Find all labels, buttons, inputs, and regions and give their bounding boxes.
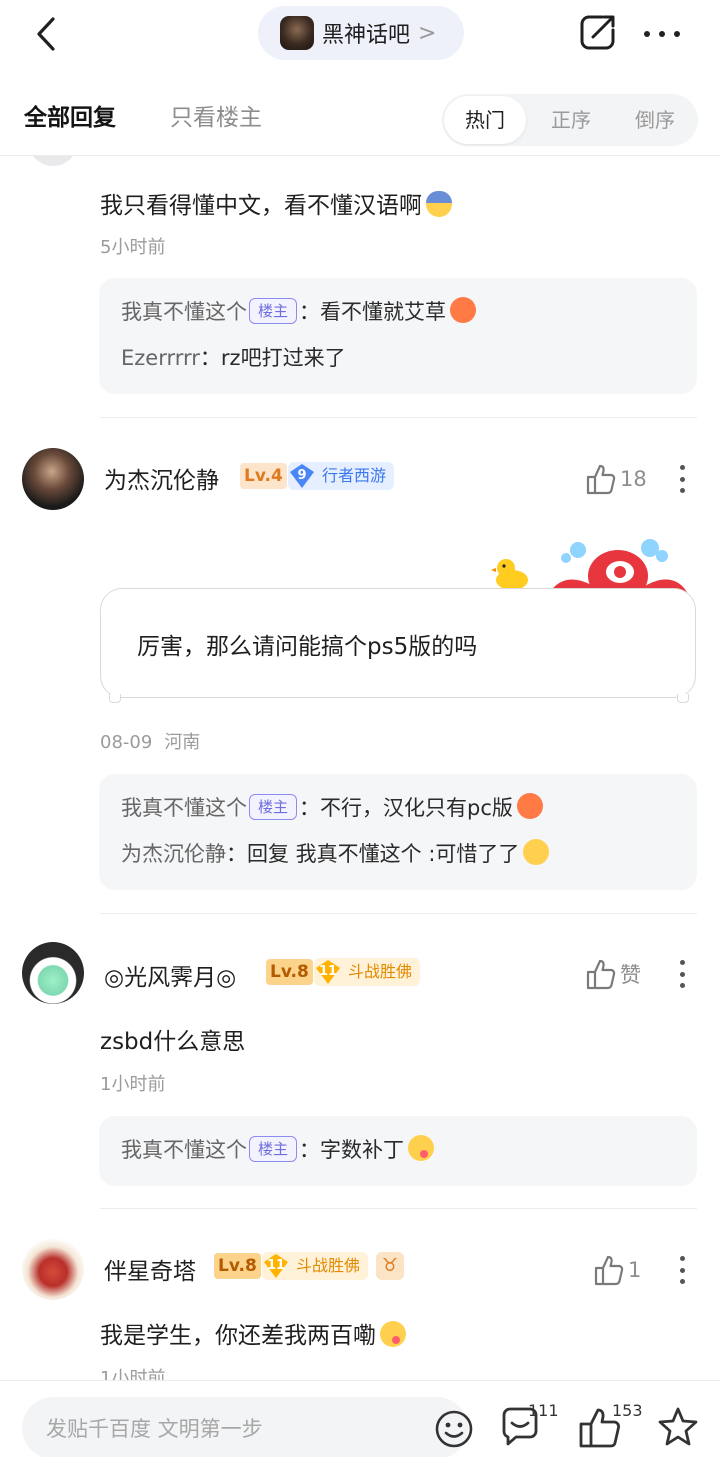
more-vertical-icon[interactable]	[672, 461, 692, 497]
sort-descending[interactable]: 倒序	[618, 94, 692, 146]
yum-emoji-icon	[380, 1321, 406, 1347]
forum-name: 黑神话吧	[322, 23, 411, 48]
username[interactable]: ◎光风霁月◎	[104, 958, 236, 992]
grin-emoji-icon	[523, 839, 550, 865]
comment-time: 1小时前	[100, 1368, 166, 1380]
sort-ascending[interactable]: 正序	[536, 94, 606, 146]
reply-placeholder: 发贴千百度 文明第一步	[46, 1417, 263, 1441]
sub-replies[interactable]: 我真不懂这个 楼主 ：看不懂就艾草 Ezerrrrr：rz吧打过来了	[99, 278, 697, 394]
divider	[100, 913, 697, 914]
more-vertical-icon[interactable]	[672, 1252, 692, 1288]
title-badge[interactable]: 9 行者西游	[288, 462, 395, 490]
back-icon[interactable]	[26, 12, 66, 56]
gem-icon: 11	[262, 1253, 290, 1279]
angry-emoji-icon	[516, 793, 543, 819]
comment-text: zsbd什么意思	[100, 1029, 246, 1055]
duck-sticker-icon	[491, 559, 528, 590]
filter-bar: 全部回复 只看楼主 热门 正序 倒序	[0, 72, 720, 156]
more-vertical-icon[interactable]	[672, 956, 692, 992]
forum-entry[interactable]: 黑神话吧 >	[258, 6, 464, 60]
level-badge: Lv.8	[214, 1253, 261, 1279]
comment-list: 我只看得懂中文，看不懂汉语啊 5小时前 我真不懂这个 楼主 ：看不懂就艾草 Ezer…	[0, 156, 720, 1380]
sub-replies[interactable]: 我真不懂这个 楼主 ：不行，汉化只有pc版 为杰沉伦静：回复 我真不懂这个 :可惜了…	[99, 774, 697, 890]
chevron-right-icon: >	[418, 20, 437, 46]
share-icon[interactable]	[578, 12, 618, 52]
like-button[interactable]: 1	[594, 1252, 641, 1288]
comment-count: 111	[528, 1401, 559, 1420]
more-icon[interactable]	[640, 14, 684, 54]
sub-reply[interactable]: Ezerrrrr：rz吧打过来了	[121, 342, 346, 372]
username[interactable]: 伴星奇塔	[104, 1252, 196, 1286]
smiley-icon[interactable]	[434, 1409, 474, 1449]
op-tag: 楼主	[249, 1136, 298, 1162]
yum-emoji-icon	[408, 1135, 435, 1161]
avatar[interactable]	[28, 156, 78, 166]
like-button[interactable]: 赞	[586, 956, 641, 992]
sub-reply[interactable]: 我真不懂这个 楼主 ：字数补丁	[121, 1134, 435, 1164]
comment-time: 5小时前	[100, 237, 166, 258]
thumb-up-icon	[586, 959, 616, 990]
gem-icon: 11	[314, 959, 342, 985]
angry-emoji-icon	[450, 297, 477, 323]
comment-text: 我是学生，你还差我两百嘞	[100, 1316, 406, 1350]
sub-replies[interactable]: 我真不懂这个 楼主 ：字数补丁	[99, 1116, 697, 1186]
tab-only-op[interactable]: 只看楼主	[170, 98, 262, 132]
sub-reply[interactable]: 为杰沉伦静：回复 我真不懂这个 :可惜了了	[121, 838, 550, 868]
tab-all-replies[interactable]: 全部回复	[24, 98, 116, 132]
comment-meta: 08-09 河南	[100, 728, 200, 754]
forum-avatar	[280, 16, 314, 50]
comment-bubble: 厉害，那么请问能搞个ps5版的吗	[100, 588, 696, 703]
fearful-emoji-icon	[426, 191, 452, 217]
divider	[100, 1208, 697, 1209]
thumb-up-icon	[594, 1255, 624, 1286]
comment-time: 1小时前	[100, 1074, 166, 1095]
user-avatar[interactable]	[22, 448, 84, 510]
level-badge: Lv.8	[266, 959, 313, 985]
gem-icon: 9	[288, 463, 316, 489]
comment-text: 我只看得懂中文，看不懂汉语啊	[100, 186, 452, 220]
reply-input[interactable]: 发贴千百度 文明第一步	[22, 1397, 473, 1457]
comment-time: 08-09	[100, 732, 153, 753]
sub-reply[interactable]: 我真不懂这个 楼主 ：看不懂就艾草	[121, 296, 477, 326]
bottom-bar: 发贴千百度 文明第一步 111 153	[0, 1380, 720, 1457]
username[interactable]: 为杰沉伦静	[104, 461, 219, 495]
top-bar: 黑神话吧 >	[0, 0, 720, 72]
user-avatar[interactable]	[22, 1238, 84, 1300]
comment-text: 厉害，那么请问能搞个ps5版的吗	[137, 634, 478, 660]
sort-hot[interactable]: 热门	[444, 96, 526, 144]
op-tag: 楼主	[249, 298, 298, 324]
op-tag: 楼主	[249, 794, 298, 820]
bubble-feet	[109, 694, 689, 703]
user-avatar[interactable]	[22, 942, 84, 1004]
star-icon[interactable]	[656, 1405, 700, 1449]
like-button[interactable]: 18	[586, 461, 647, 497]
title-badge[interactable]: 11 斗战胜佛	[314, 958, 421, 986]
thumb-up-icon	[586, 464, 616, 495]
level-badge: Lv.4	[240, 463, 287, 489]
comment-location: 河南	[164, 732, 201, 753]
taurus-icon: ♉	[376, 1252, 404, 1280]
sub-reply[interactable]: 我真不懂这个 楼主 ：不行，汉化只有pc版	[121, 792, 543, 822]
like-count: 153	[612, 1401, 643, 1420]
title-badge[interactable]: 11 斗战胜佛	[262, 1252, 369, 1280]
divider	[100, 417, 697, 418]
sort-switch: 热门 正序 倒序	[442, 94, 698, 146]
